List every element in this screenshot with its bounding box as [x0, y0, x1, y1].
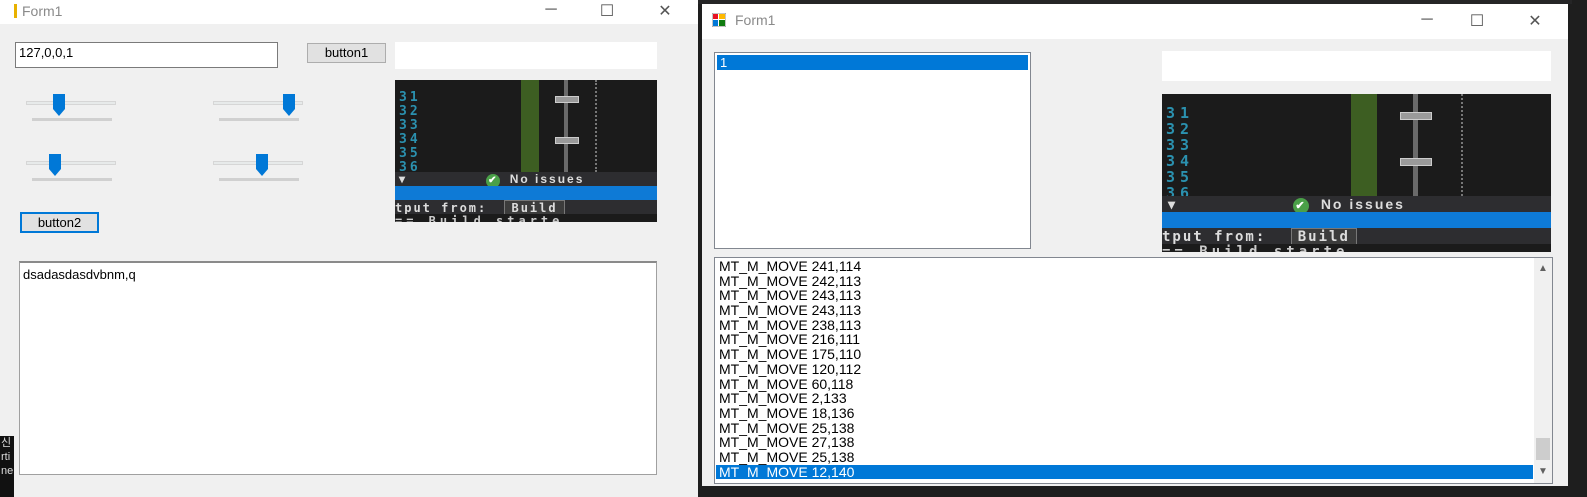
dotted-guide — [1461, 94, 1463, 196]
log-rows: MT_M_MOVE 241,114 MT_M_MOVE 242,113 MT_M_M… — [716, 259, 1533, 480]
trackbar-1[interactable] — [24, 84, 124, 124]
log-row[interactable]: MT_M_MOVE 243,113 — [716, 288, 1533, 303]
maximize-button[interactable]: ☐ — [1454, 11, 1500, 31]
scroll-track — [564, 80, 568, 172]
ip-address-input[interactable]: 127,0,0,1 — [15, 42, 278, 68]
title-bar[interactable]: Form1 ─ ☐ ✕ — [0, 0, 698, 24]
output-label: tput from: — [395, 201, 488, 215]
background-desktop-edge — [1572, 0, 1587, 497]
selection-bar — [1162, 212, 1551, 228]
log-row[interactable]: MT_M_MOVE 12,140 — [716, 464, 1533, 480]
trackbar-4[interactable] — [211, 144, 311, 184]
scroll-track — [1413, 94, 1418, 196]
vertical-scrollbar[interactable]: ▲ ▼ — [1534, 258, 1552, 483]
status-strip: ▾ ✔ No issues — [1162, 196, 1551, 214]
log-row[interactable]: MT_M_MOVE 2,133 — [716, 391, 1533, 406]
selection-bar — [395, 186, 657, 200]
log-row[interactable]: MT_M_MOVE 216,111 — [716, 332, 1533, 347]
minimize-button[interactable]: ─ — [1404, 11, 1450, 29]
log-row[interactable]: MT_M_MOVE 27,138 — [716, 435, 1533, 450]
line-number: 34 — [399, 132, 421, 147]
output-row: tput from: Build — [395, 200, 657, 216]
log-row[interactable]: MT_M_MOVE 241,114 — [716, 259, 1533, 274]
trackbar-thumb[interactable] — [255, 154, 268, 176]
button2[interactable]: button2 — [20, 212, 99, 233]
log-row[interactable]: MT_M_MOVE 242,113 — [716, 273, 1533, 289]
scroll-mark — [555, 96, 579, 103]
message-textarea[interactable]: dsadasdasdvbnm,q — [19, 261, 657, 475]
trackbar-ticks — [219, 178, 299, 181]
trackbar-thumb[interactable] — [283, 94, 296, 116]
maximize-button[interactable]: ☐ — [584, 1, 630, 21]
change-bar — [521, 80, 539, 172]
scroll-up-arrow-icon[interactable]: ▲ — [1534, 260, 1552, 278]
output-label: tput from: — [1162, 229, 1267, 245]
log-row[interactable]: MT_M_MOVE 25,138 — [716, 450, 1533, 465]
trackbar-ticks — [219, 118, 299, 121]
trackbar-thumb[interactable] — [49, 154, 62, 176]
list-item[interactable]: 1 — [717, 55, 1028, 70]
close-button[interactable]: ✕ — [642, 1, 688, 21]
output-row: tput from: Build — [1162, 228, 1551, 246]
form1-window-right: Form1 ─ ☐ ✕ 1 31 32 33 34 35 36 ▾ ✔ No i… — [702, 4, 1568, 486]
app-icon — [712, 13, 726, 27]
dropdown-glyph: ▾ — [399, 172, 408, 186]
window-title: Form1 — [735, 12, 776, 28]
log-row[interactable]: MT_M_MOVE 60,118 — [716, 376, 1533, 392]
client-listbox[interactable]: 1 — [714, 52, 1031, 249]
screen-capture-picture: 31 32 33 34 35 36 ▾ ✔ No issues tput fro… — [395, 80, 657, 222]
status-text: No issues — [1320, 196, 1405, 212]
change-bar — [1351, 94, 1377, 196]
dotted-guide — [595, 80, 597, 172]
line-number: 35 — [399, 146, 421, 161]
line-number: 32 — [399, 104, 421, 119]
trackbar-ticks — [32, 118, 112, 121]
build-text: == Build starte — [395, 214, 657, 222]
log-row[interactable]: MT_M_MOVE 120,112 — [716, 361, 1533, 377]
picture-box-top — [1162, 51, 1551, 81]
trackbar-3[interactable] — [24, 144, 124, 184]
trackbar-ticks — [32, 178, 112, 181]
scroll-thumb[interactable] — [1536, 438, 1550, 460]
window-title: Form1 — [22, 3, 63, 19]
app-icon — [14, 4, 17, 18]
trackbar-thumb[interactable] — [53, 94, 66, 116]
form1-window-left: Form1 ─ ☐ ✕ 127,0,0,1 button1 button2 31… — [0, 0, 698, 497]
close-button[interactable]: ✕ — [1512, 11, 1558, 31]
picture-box-top — [395, 42, 657, 69]
scroll-down-arrow-icon[interactable]: ▼ — [1534, 463, 1552, 481]
dropdown-glyph: ▾ — [1168, 196, 1178, 212]
screen-capture-picture: 31 32 33 34 35 36 ▾ ✔ No issues tput fro… — [1162, 94, 1551, 252]
button1[interactable]: button1 — [307, 43, 386, 63]
log-row[interactable]: MT_M_MOVE 238,113 — [716, 317, 1533, 333]
trackbar-2[interactable] — [211, 84, 311, 124]
title-bar[interactable]: Form1 ─ ☐ ✕ — [702, 4, 1568, 39]
scroll-mark — [1400, 158, 1432, 166]
log-row[interactable]: MT_M_MOVE 175,110 — [716, 347, 1533, 362]
background-edge-text: 신 rti ne — [0, 436, 14, 497]
message-log-listbox[interactable]: MT_M_MOVE 241,114 MT_M_MOVE 242,113 MT_M_M… — [714, 257, 1553, 484]
status-strip: ▾ ✔ No issues — [395, 172, 657, 188]
build-text: == Build starte — [1162, 244, 1551, 252]
minimize-button[interactable]: ─ — [528, 1, 574, 19]
trackbar-track — [26, 161, 116, 165]
line-number: 31 — [399, 90, 421, 105]
scroll-mark — [555, 137, 579, 144]
line-number: 33 — [399, 118, 421, 133]
log-row[interactable]: MT_M_MOVE 25,138 — [716, 420, 1533, 436]
status-text: No issues — [509, 172, 585, 186]
log-row[interactable]: MT_M_MOVE 243,113 — [716, 303, 1533, 318]
trackbar-track — [26, 101, 116, 105]
scroll-mark — [1400, 112, 1432, 120]
log-row[interactable]: MT_M_MOVE 18,136 — [716, 406, 1533, 421]
